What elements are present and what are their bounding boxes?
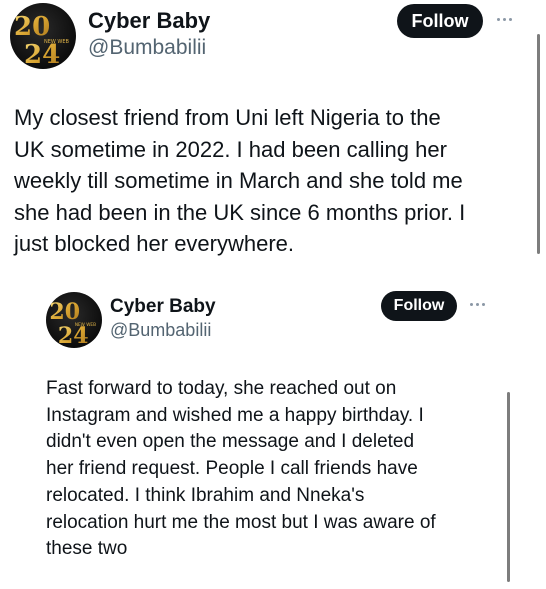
gold-2024-avatar-icon: 20 24 NEW WEB [14, 12, 70, 69]
follow-button[interactable]: Follow [381, 291, 457, 321]
avatar[interactable]: 20 24 NEW WEB [10, 3, 76, 69]
scrollbar[interactable] [507, 392, 510, 582]
dot [470, 303, 473, 306]
tweet-text: My closest friend from Uni left Nigeria … [14, 105, 466, 256]
dot [482, 303, 485, 306]
tweet-2: 20 24 NEW WEB Cyber Baby @Bumbabilii Fol… [0, 288, 546, 589]
tweet-1: 20 24 NEW WEB Cyber Baby @Bumbabilii Fol… [0, 0, 546, 288]
author-name[interactable]: Cyber Baby [110, 296, 216, 318]
gold-2024-avatar-icon: 20 24 NEW WEB [49, 299, 96, 348]
more-options-icon[interactable] [470, 303, 485, 306]
author-handle[interactable]: @Bumbabilii [110, 320, 211, 341]
svg-text:NEW WEB: NEW WEB [75, 322, 96, 327]
follow-button[interactable]: Follow [397, 4, 483, 38]
dot [503, 18, 506, 21]
more-options-icon[interactable] [497, 18, 512, 21]
author-name[interactable]: Cyber Baby [88, 8, 210, 34]
svg-text:20: 20 [14, 12, 50, 42]
tweet-text: Fast forward to today, she reached out o… [46, 378, 436, 560]
avatar[interactable]: 20 24 NEW WEB [46, 292, 102, 348]
dot [497, 18, 500, 21]
svg-text:NEW WEB: NEW WEB [44, 39, 70, 45]
dot [476, 303, 479, 306]
scrollbar[interactable] [537, 34, 540, 254]
dot [509, 18, 512, 21]
author-handle[interactable]: @Bumbabilii [88, 36, 206, 60]
